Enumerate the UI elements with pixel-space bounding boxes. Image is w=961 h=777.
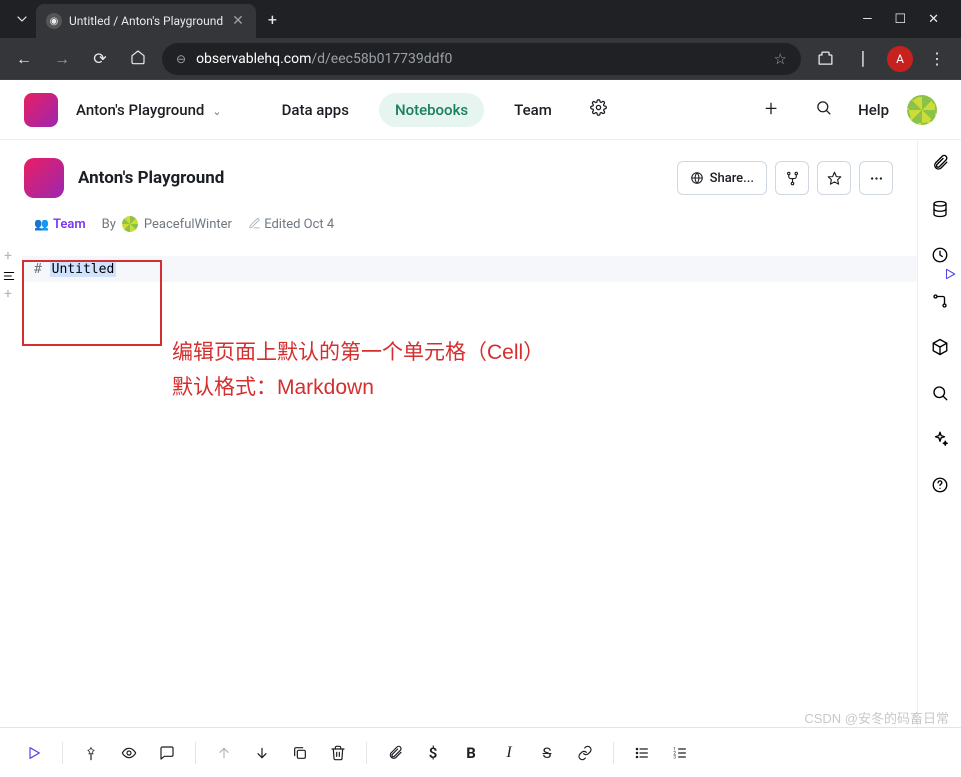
nav-data-apps[interactable]: Data apps — [270, 93, 361, 127]
strikethrough-button[interactable]: S — [531, 737, 563, 769]
italic-button[interactable]: I — [493, 737, 525, 769]
history-icon[interactable] — [931, 246, 949, 268]
reload-button[interactable]: ⟳ — [86, 49, 114, 68]
package-icon[interactable] — [931, 338, 949, 360]
nav-notebooks[interactable]: Notebooks — [379, 93, 484, 127]
home-button[interactable] — [124, 49, 152, 69]
move-down-button[interactable] — [246, 737, 278, 769]
cell-content[interactable]: # Untitled — [22, 262, 128, 277]
annotation-text: 编辑页面上默认的第一个单元格（Cell） 默认格式：Markdown — [172, 336, 544, 405]
duplicate-button[interactable] — [284, 737, 316, 769]
svg-text:3: 3 — [673, 754, 676, 760]
link-button[interactable] — [569, 737, 601, 769]
notebook-cell[interactable]: # Untitled — [22, 256, 917, 282]
address-bar[interactable]: ⊖ observablehq.com/d/eec58b017739ddf0 ☆ — [162, 43, 801, 75]
project-title: Anton's Playground — [78, 168, 224, 188]
new-tab-button[interactable]: + — [256, 10, 289, 29]
database-icon[interactable] — [931, 200, 949, 222]
bullet-list-button[interactable] — [626, 737, 658, 769]
add-cell-above-icon[interactable]: + — [4, 248, 12, 264]
team-icon: 👥 — [34, 217, 49, 231]
help-icon[interactable] — [931, 476, 949, 498]
share-button[interactable]: Share... — [677, 161, 767, 195]
bold-button[interactable]: B — [455, 737, 487, 769]
project-logo — [24, 158, 64, 198]
dependencies-icon[interactable] — [931, 292, 949, 314]
more-button[interactable] — [859, 161, 893, 195]
site-info-icon[interactable]: ⊖ — [176, 52, 186, 66]
run-cell-icon[interactable] — [943, 266, 957, 285]
watermark: CSDN @安冬的码畜日常 — [804, 708, 949, 727]
delete-button[interactable] — [322, 737, 354, 769]
close-window-button[interactable]: ✕ — [928, 12, 939, 27]
browser-menu-icon[interactable]: ⋮ — [923, 49, 951, 68]
comment-button[interactable] — [151, 737, 183, 769]
user-avatar[interactable] — [907, 95, 937, 125]
back-button[interactable]: ← — [10, 49, 38, 69]
edited-info: Edited Oct 4 — [248, 217, 334, 232]
forward-button[interactable]: → — [48, 49, 76, 69]
browser-tab[interactable]: ◉ Untitled / Anton's Playground ✕ — [36, 4, 256, 38]
url-text: observablehq.com/d/eec58b017739ddf0 — [196, 51, 452, 67]
observable-favicon: ◉ — [46, 13, 62, 29]
minimize-button[interactable]: — — [862, 12, 872, 27]
search-icon[interactable] — [806, 99, 840, 121]
settings-icon[interactable] — [582, 99, 616, 121]
variable-button[interactable]: $ — [417, 737, 449, 769]
extensions-icon[interactable] — [811, 50, 839, 67]
close-tab-icon[interactable]: ✕ — [230, 13, 246, 29]
pin-button[interactable] — [75, 737, 107, 769]
nav-team[interactable]: Team — [502, 93, 564, 127]
tab-search-dropdown[interactable] — [8, 5, 36, 33]
visibility-button[interactable] — [113, 737, 145, 769]
tab-title: Untitled / Anton's Playground — [69, 14, 223, 28]
workspace-switcher[interactable]: Anton's Playground ⌄ — [76, 100, 222, 119]
maximize-button[interactable]: ☐ — [894, 12, 906, 27]
attachments-icon[interactable] — [931, 154, 949, 176]
team-badge[interactable]: 👥Team — [34, 217, 86, 232]
workspace-logo — [24, 93, 58, 127]
move-up-button[interactable] — [208, 737, 240, 769]
chevron-down-icon: ⌄ — [212, 105, 221, 118]
author-badge[interactable]: By PeacefulWinter — [102, 216, 232, 232]
new-button[interactable]: + — [754, 97, 788, 122]
find-icon[interactable] — [931, 384, 949, 406]
author-avatar-icon — [122, 216, 138, 232]
fork-button[interactable] — [775, 161, 809, 195]
attach-button[interactable] — [379, 737, 411, 769]
numbered-list-button[interactable]: 123 — [664, 737, 696, 769]
add-cell-below-icon[interactable]: + — [4, 286, 12, 302]
run-button[interactable] — [18, 737, 50, 769]
profile-avatar[interactable]: A — [887, 46, 913, 72]
bookmark-icon[interactable]: ☆ — [774, 50, 787, 68]
help-link[interactable]: Help — [858, 101, 889, 119]
ai-sparkle-icon[interactable] — [931, 430, 949, 452]
star-button[interactable] — [817, 161, 851, 195]
markdown-format-icon[interactable] — [2, 268, 16, 287]
